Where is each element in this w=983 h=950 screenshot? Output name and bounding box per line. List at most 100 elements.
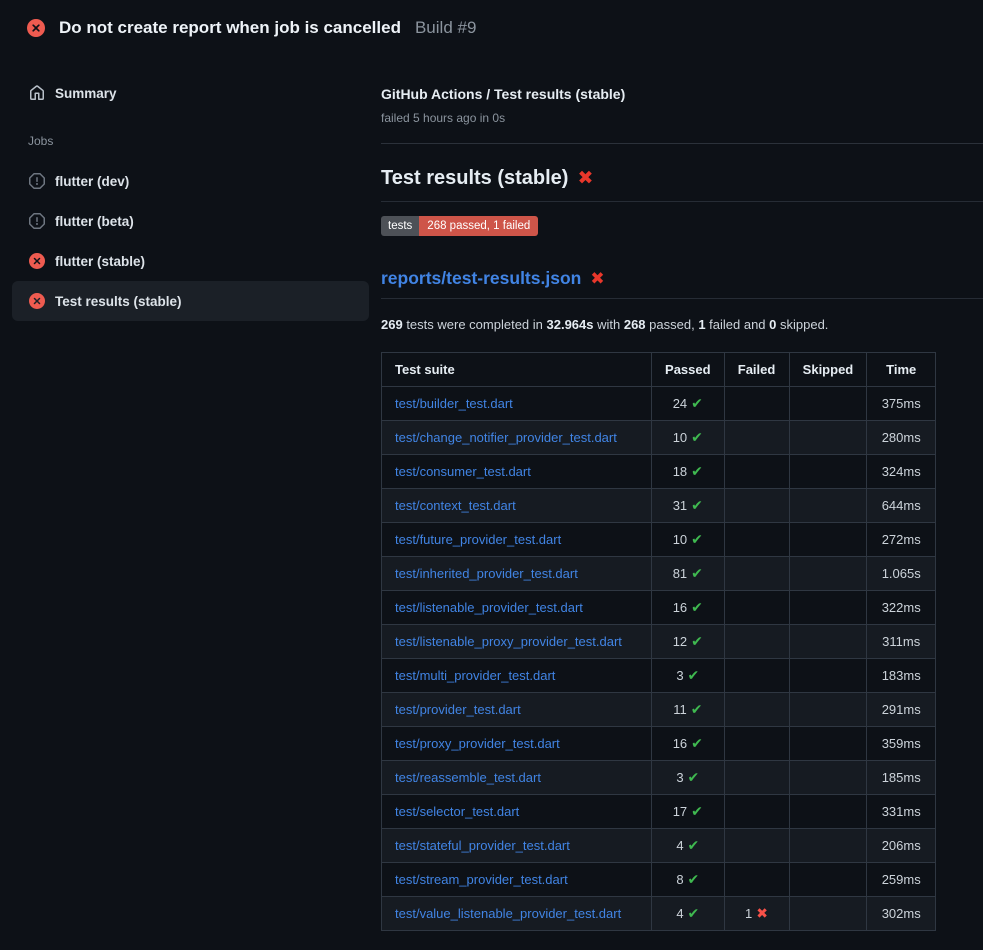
passed-count: 10 (673, 532, 687, 547)
column-header: Time (867, 353, 936, 387)
passed-count: 3 (676, 668, 683, 683)
summary-segment: 269 (381, 317, 403, 332)
sidebar: Summary Jobs flutter (dev) flutter (beta)… (0, 56, 381, 321)
failed-cell (724, 863, 789, 897)
suite-cell: test/stream_provider_test.dart (382, 863, 652, 897)
suite-cell: test/provider_test.dart (382, 693, 652, 727)
summary-segment: passed, (646, 317, 699, 332)
check-icon: ✔ (691, 531, 703, 547)
check-icon: ✔ (691, 463, 703, 479)
passed-cell: 3✔ (652, 659, 725, 693)
table-row: test/reassemble_test.dart3✔185ms (382, 761, 936, 795)
summary-segment: 32.964s (547, 317, 594, 332)
failed-cell (724, 557, 789, 591)
jobs-section-heading: Jobs (28, 134, 381, 148)
check-run-title-text: Test results (stable) (381, 165, 568, 191)
passed-cell: 10 ✔ (652, 523, 725, 557)
failed-cell (724, 761, 789, 795)
check-icon: ✔ (691, 565, 703, 581)
check-icon: ✔ (691, 803, 703, 819)
suite-link[interactable]: test/proxy_provider_test.dart (395, 736, 560, 751)
failed-x-icon: ✖ (590, 270, 604, 287)
tests-badge: tests 268 passed, 1 failed (381, 216, 538, 236)
build-title: Do not create report when job is cancell… (59, 18, 401, 38)
report-file-link[interactable]: reports/test-results.json ✖ (381, 266, 983, 299)
failed-cell (724, 829, 789, 863)
passed-count: 24 (673, 396, 687, 411)
passed-cell: 17✔ (652, 795, 725, 829)
time-cell: 259ms (867, 863, 936, 897)
sidebar-item-label: Test results (stable) (55, 294, 182, 309)
sidebar-item-job[interactable]: Test results (stable) (12, 281, 369, 321)
table-row: test/value_listenable_provider_test.dart… (382, 897, 936, 931)
suite-link[interactable]: test/multi_provider_test.dart (395, 668, 555, 683)
suite-cell: test/reassemble_test.dart (382, 761, 652, 795)
failed-cell (724, 795, 789, 829)
failed-cell (724, 625, 789, 659)
suite-link[interactable]: test/context_test.dart (395, 498, 516, 513)
table-row: test/stateful_provider_test.dart4✔206ms (382, 829, 936, 863)
suite-link[interactable]: test/inherited_provider_test.dart (395, 566, 578, 581)
passed-cell: 11✔ (652, 693, 725, 727)
sidebar-item-label: flutter (beta) (55, 214, 134, 229)
suite-link[interactable]: test/value_listenable_provider_test.dart (395, 906, 621, 921)
check-icon: ✔ (688, 837, 700, 853)
suite-link[interactable]: test/listenable_proxy_provider_test.dart (395, 634, 622, 649)
passed-cell: 4✔ (652, 897, 725, 931)
skipped-cell (789, 387, 867, 421)
failed-cell (724, 455, 789, 489)
failed-x-icon: ✖ (577, 169, 593, 188)
skipped-cell (789, 625, 867, 659)
suite-cell: test/future_provider_test.dart (382, 523, 652, 557)
skipped-cell (789, 421, 867, 455)
failed-cell (724, 659, 789, 693)
suite-link[interactable]: test/future_provider_test.dart (395, 532, 561, 547)
suite-link[interactable]: test/stateful_provider_test.dart (395, 838, 570, 853)
time-cell: 324ms (867, 455, 936, 489)
passed-cell: 16✔ (652, 591, 725, 625)
check-icon: ✔ (691, 633, 703, 649)
suite-link[interactable]: test/provider_test.dart (395, 702, 521, 717)
skipped-cell (789, 897, 867, 931)
suite-link[interactable]: test/stream_provider_test.dart (395, 872, 568, 887)
suite-link[interactable]: test/builder_test.dart (395, 396, 513, 411)
suite-cell: test/listenable_proxy_provider_test.dart (382, 625, 652, 659)
passed-count: 4 (676, 838, 683, 853)
table-row: test/builder_test.dart24✔375ms (382, 387, 936, 421)
sidebar-item-summary[interactable]: Summary (12, 73, 369, 113)
sidebar-item-job[interactable]: flutter (dev) (12, 161, 369, 201)
report-file-link-text: reports/test-results.json (381, 266, 581, 290)
header-divider (381, 143, 983, 144)
build-number: Build #9 (415, 18, 476, 38)
x-circle-icon (29, 293, 45, 309)
x-icon: ✖ (756, 905, 768, 921)
suite-link[interactable]: test/consumer_test.dart (395, 464, 531, 479)
table-row: test/provider_test.dart11✔291ms (382, 693, 936, 727)
column-header: Test suite (382, 353, 652, 387)
failed-count: 1 (745, 906, 752, 921)
sidebar-item-job[interactable]: flutter (stable) (12, 241, 369, 281)
time-cell: 322ms (867, 591, 936, 625)
summary-line: 269 tests were completed in 32.964s with… (381, 317, 983, 333)
jobs-list: flutter (dev) flutter (beta) flutter (stab… (0, 161, 381, 321)
passed-count: 16 (673, 736, 687, 751)
check-icon: ✔ (691, 395, 703, 411)
suite-cell: test/context_test.dart (382, 489, 652, 523)
suite-link[interactable]: test/selector_test.dart (395, 804, 519, 819)
suite-cell: test/listenable_provider_test.dart (382, 591, 652, 625)
suite-link[interactable]: test/reassemble_test.dart (395, 770, 541, 785)
suite-cell: test/change_notifier_provider_test.dart (382, 421, 652, 455)
badge-value: 268 passed, 1 failed (419, 216, 538, 236)
passed-cell: 10✔ (652, 421, 725, 455)
check-icon: ✔ (691, 735, 703, 751)
sidebar-item-label: Summary (55, 86, 117, 101)
suite-cell: test/value_listenable_provider_test.dart (382, 897, 652, 931)
suite-link[interactable]: test/listenable_provider_test.dart (395, 600, 583, 615)
sidebar-item-label: flutter (dev) (55, 174, 129, 189)
summary-segment: with (594, 317, 624, 332)
sidebar-item-job[interactable]: flutter (beta) (12, 201, 369, 241)
time-cell: 185ms (867, 761, 936, 795)
failed-cell (724, 421, 789, 455)
time-cell: 272ms (867, 523, 936, 557)
suite-link[interactable]: test/change_notifier_provider_test.dart (395, 430, 617, 445)
